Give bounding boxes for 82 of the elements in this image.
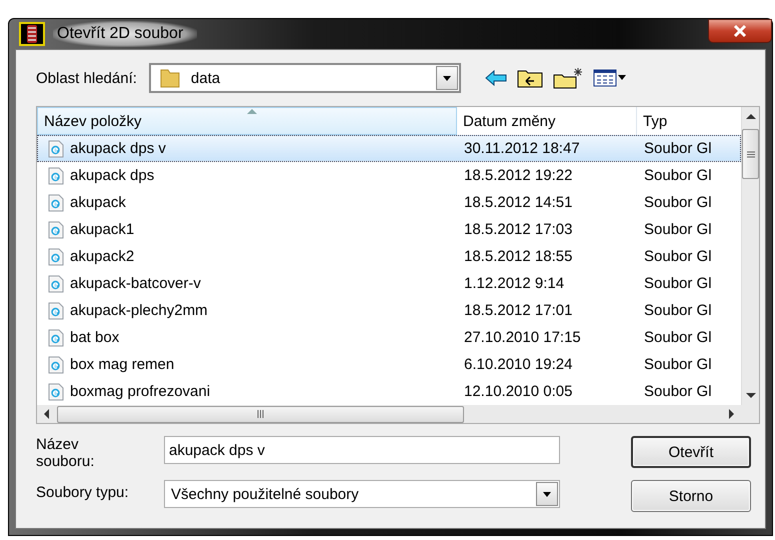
column-header[interactable]: Název položky <box>37 107 457 135</box>
type-cell: Soubor Gl <box>644 248 712 265</box>
file-icon <box>48 328 64 346</box>
type-cell: Soubor Gl <box>644 221 712 238</box>
type-cell: Soubor Gl <box>644 302 712 319</box>
scrollbar-thumb[interactable] <box>742 129 759 179</box>
left-arrow-icon <box>43 409 49 419</box>
scrollbar-thumb[interactable] <box>57 406 464 422</box>
file-icon <box>48 220 64 238</box>
down-arrow-icon <box>746 393 756 399</box>
new-folder-icon[interactable] <box>552 67 583 89</box>
date-cell: 1.12.2012 9:14 <box>464 275 564 292</box>
file-name: box mag remen <box>70 356 174 373</box>
file-icon <box>48 194 64 212</box>
vertical-scrollbar[interactable] <box>741 107 759 405</box>
type-cell: Soubor Gl <box>644 329 712 346</box>
file-name: akupack1 <box>70 221 134 238</box>
file-type-dropdown[interactable]: Všechny použitelné soubory <box>164 480 560 508</box>
date-cell: 6.10.2010 19:24 <box>464 356 572 373</box>
file-icon <box>48 382 64 400</box>
file-list[interactable] <box>36 106 760 424</box>
folder-icon <box>158 67 181 89</box>
file-row[interactable]: boxmag profrezovani 12.10.2010 0:05 Soubor Gl <box>37 378 741 405</box>
right-arrow-icon <box>729 409 735 419</box>
date-cell: 27.10.2010 17:15 <box>464 329 581 346</box>
file-icon <box>48 274 64 292</box>
dropdown-arrow-button[interactable] <box>536 482 558 506</box>
dropdown-arrow-button[interactable] <box>436 66 458 90</box>
close-icon <box>732 24 748 38</box>
file-row[interactable]: bat box 27.10.2010 17:15 Soubor Gl <box>37 324 741 351</box>
up-folder-icon[interactable] <box>516 68 543 88</box>
look-in-dropdown[interactable]: data <box>148 63 461 93</box>
file-name: akupack dps v <box>70 140 166 157</box>
file-name: akupack dps <box>70 167 154 184</box>
type-cell: Soubor Gl <box>644 140 712 157</box>
open-button[interactable]: Otevřít <box>631 436 751 468</box>
caret-down-icon <box>440 73 453 83</box>
file-icon <box>48 356 64 374</box>
date-cell: 18.5.2012 17:03 <box>464 221 572 238</box>
back-arrow-icon[interactable] <box>484 70 507 86</box>
file-name: akupack <box>70 194 126 211</box>
file-row[interactable]: akupack1 18.5.2012 17:03 Soubor Gl <box>37 216 741 243</box>
file-icon <box>48 302 64 320</box>
caret-down-icon <box>541 489 553 499</box>
type-cell: Soubor Gl <box>644 356 712 373</box>
look-in-label: Oblast hledání: <box>36 70 137 86</box>
file-row[interactable]: akupack-plechy2mm 18.5.2012 17:01 Soubor Gl <box>37 297 741 324</box>
file-name-label: Název souboru: <box>36 436 96 470</box>
file-type-label: Soubory typu: <box>36 484 130 501</box>
date-cell: 18.5.2012 18:55 <box>464 248 572 265</box>
date-cell: 30.11.2012 18:47 <box>464 140 580 157</box>
file-row[interactable]: akupack 18.5.2012 14:51 Soubor Gl <box>37 189 741 216</box>
horizontal-scrollbar[interactable] <box>37 405 741 423</box>
date-cell: 18.5.2012 14:51 <box>464 194 572 211</box>
file-name-field[interactable]: akupack dps v <box>164 436 560 464</box>
type-cell: Soubor Gl <box>644 194 712 211</box>
close-button[interactable] <box>708 19 772 43</box>
cancel-button[interactable]: Storno <box>631 480 751 512</box>
view-menu-icon[interactable] <box>592 69 627 87</box>
file-row[interactable]: akupack dps 18.5.2012 19:22 Soubor Gl <box>37 162 741 189</box>
file-row[interactable]: akupack-batcover-v 1.12.2012 9:14 Soubor Gl <box>37 270 741 297</box>
type-cell: Soubor Gl <box>644 167 712 184</box>
file-name: bat box <box>70 329 120 346</box>
file-name: akupack-batcover-v <box>70 275 201 292</box>
window-title: Otevřít 2D soubor <box>53 21 198 47</box>
file-icon <box>48 166 64 184</box>
file-name: akupack-plechy2mm <box>70 302 208 319</box>
sort-caret-icon <box>247 109 257 114</box>
up-arrow-icon <box>746 113 756 119</box>
date-cell: 12.10.2010 0:05 <box>464 383 572 400</box>
type-cell: Soubor Gl <box>644 275 712 292</box>
file-row[interactable]: box mag remen 6.10.2010 19:24 Soubor Gl <box>37 351 741 378</box>
app-icon <box>19 22 45 46</box>
file-name: boxmag profrezovani <box>70 383 210 400</box>
date-cell: 18.5.2012 19:22 <box>464 167 572 184</box>
date-cell: 18.5.2012 17:01 <box>464 302 572 319</box>
file-row[interactable]: akupack dps v 30.11.2012 18:47 Soubor Gl <box>37 135 741 162</box>
file-icon <box>48 140 64 158</box>
file-icon <box>48 248 64 266</box>
file-row[interactable]: akupack2 18.5.2012 18:55 Soubor Gl <box>37 243 741 270</box>
type-cell: Soubor Gl <box>644 383 712 400</box>
file-name: akupack2 <box>70 248 134 265</box>
